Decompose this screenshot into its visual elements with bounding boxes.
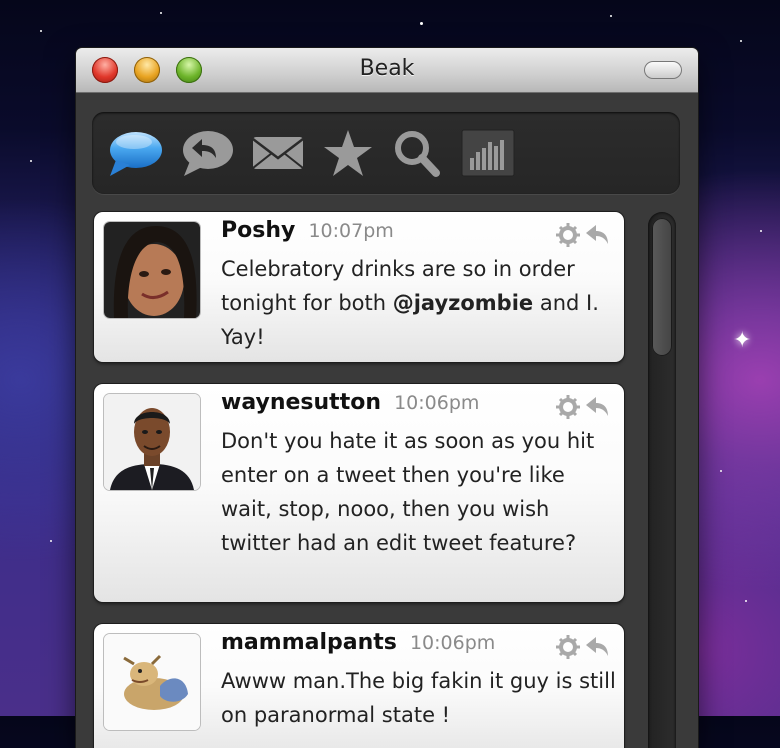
tweet-timestamp: 10:06pm	[394, 392, 480, 414]
tweet-item[interactable]: waynesutton 10:06pm Don't you hate it as…	[94, 384, 624, 602]
toolbar-toggle-button[interactable]	[644, 61, 682, 79]
speech-bubble-icon	[110, 132, 162, 176]
reply-icon	[586, 637, 608, 656]
tweet-text: Don't you hate it as soon as you hit ent…	[221, 429, 595, 555]
reply-bubble-icon	[183, 131, 233, 176]
app-window: Beak Poshy 10:07pm Celebratory drinks ar…	[76, 48, 698, 748]
mention-link[interactable]: @jayzombie	[393, 291, 533, 315]
tweet-list[interactable]: Poshy 10:07pm Celebratory drinks are so …	[94, 212, 630, 748]
gear-icon	[556, 223, 580, 247]
tweet-timestamp: 10:07pm	[308, 220, 394, 242]
toolbar	[92, 112, 680, 194]
reply-icon	[586, 397, 608, 416]
tweet-username[interactable]: waynesutton	[221, 390, 381, 415]
search-icon	[395, 131, 440, 177]
tweet-item[interactable]: Poshy 10:07pm Celebratory drinks are so …	[94, 212, 624, 362]
avatar[interactable]	[104, 222, 200, 318]
avatar[interactable]	[104, 394, 200, 490]
messages-tab[interactable]	[250, 128, 306, 178]
tweet-actions	[556, 395, 608, 419]
tweet-item[interactable]: mammalpants 10:06pm Awww man.The big fak…	[94, 624, 624, 748]
tweet-actions	[556, 223, 608, 247]
tweet-actions	[556, 635, 608, 659]
star-icon	[324, 130, 372, 176]
stats-tab[interactable]	[460, 128, 516, 178]
mail-icon	[252, 137, 304, 169]
search-tab[interactable]	[390, 128, 446, 178]
tweet-text: Celebratory drinks are so in order tonig…	[221, 257, 599, 349]
window-title: Beak	[359, 56, 415, 81]
tweet-text: Awww man.The big fakin it guy is still o…	[221, 669, 616, 727]
gear-icon	[556, 635, 580, 659]
reply-icon	[586, 225, 608, 244]
scrollbar-thumb[interactable]	[652, 218, 672, 356]
gear-icon	[556, 395, 580, 419]
scrollbar-track[interactable]	[648, 212, 676, 748]
tweet-username[interactable]: Poshy	[221, 218, 295, 243]
timeline-tab[interactable]	[108, 128, 164, 178]
stats-icon	[461, 129, 515, 177]
mentions-tab[interactable]	[180, 128, 236, 178]
title-bar[interactable]: Beak	[76, 48, 698, 93]
favorites-tab[interactable]	[320, 128, 376, 178]
tweet-username[interactable]: mammalpants	[221, 630, 397, 655]
tweet-timestamp: 10:06pm	[409, 632, 496, 654]
